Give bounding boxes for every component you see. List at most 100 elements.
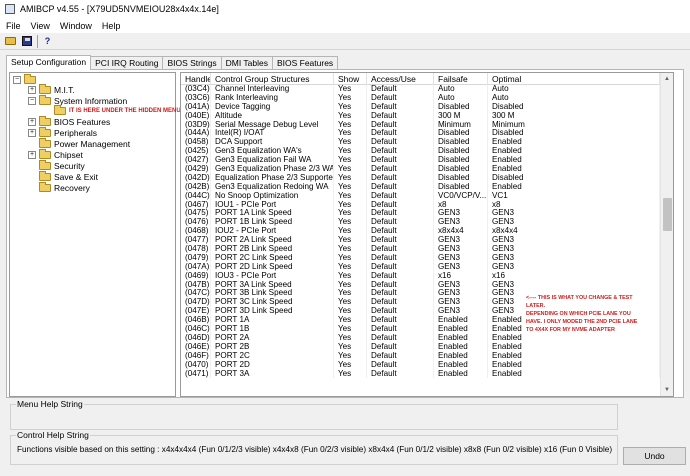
table-row[interactable]: (040E) Altitude Yes Default 300 M 300 M [181,111,673,121]
tree-item-bios-features[interactable]: + BIOS Features [28,116,110,127]
table-row[interactable]: (03C4) Channel Interleaving Yes Default Auto… [181,85,673,94]
cell-control-name: No Snoop Optimization [211,191,334,201]
column-header-show[interactable]: Show [334,73,367,85]
table-row[interactable]: (044C) No Snoop Optimization Yes Default VC0… [181,191,673,201]
table-row[interactable]: (03D9) Serial Message Debug Level Yes Defau… [181,120,673,130]
cell-handle: (047D) [181,298,211,308]
table-row[interactable]: (0476) PORT 1B Link Speed Yes Default GEN3 GE… [181,218,673,228]
undo-button[interactable]: Undo [623,447,686,465]
tree-item-chipset[interactable]: + Chipset [28,149,83,160]
cell-control-name: PORT 3C Link Speed [211,298,334,308]
table-row[interactable]: (0427) Gen3 Equalization Fail WA Yes Defaul… [181,156,673,166]
menu-view[interactable]: View [31,21,50,31]
column-header-access[interactable]: Access/Use [367,73,434,85]
tree-item-label: Peripherals [54,128,97,138]
tab-bios-features[interactable]: BIOS Features [271,56,339,70]
cell-handle: (0429) [181,165,211,174]
tree-root[interactable]: − [13,74,39,85]
tree-item-recovery[interactable]: Recovery [39,182,90,193]
table-row[interactable]: (03C6) Rank Interleaving Yes Default Auto Aut… [181,93,673,103]
table-row[interactable]: (0471) PORT 3A Yes Default Enabled Enabled [181,369,673,379]
table-row[interactable]: (0467) IOU1 - PCIe Port Yes Default x8 x8 [181,200,673,210]
table-row[interactable]: (046F) PORT 2C Yes Default Enabled Enabled [181,351,673,361]
table-row[interactable]: (047B) PORT 3A Link Speed Yes Default GEN3 GE… [181,280,673,290]
tab-dmi-tables[interactable]: DMI Tables [220,56,273,70]
table-row[interactable]: (042D) Equalization Phase 2/3 Supported Ye… [181,173,673,183]
cell-show: Yes [334,102,367,112]
collapse-icon[interactable]: − [28,97,36,105]
table-row[interactable]: (0470) PORT 2D Yes Default Enabled Enabled [181,360,673,370]
scroll-down-icon[interactable]: ▼ [661,384,673,396]
tree-item-peripherals[interactable]: + Peripherals [28,127,97,138]
table-row[interactable]: (044A) Intel(R) I/OAT Yes Default Disabled Di… [181,129,673,139]
tree-item-hidden[interactable]: IT IS HERE UNDER THE HIDDEN MENU [54,105,181,116]
table-row[interactable]: (046D) PORT 2A Yes Default Enabled Enabled [181,333,673,343]
cell-optimal: x16 [488,271,660,281]
help-button[interactable]: ? [41,35,54,48]
column-header-handle[interactable]: Handle [181,73,211,85]
annotation-line: <---- THIS IS WHAT YOU CHANGE & TEST [526,295,633,301]
cell-handle: (0476) [181,218,211,228]
table-row[interactable]: (0458) DCA Support Yes Default Disabled Enabl… [181,138,673,148]
tree-item-system-information[interactable]: − System Information [28,95,128,106]
menu-file[interactable]: File [6,21,21,31]
expand-icon[interactable]: + [28,118,36,126]
column-header-control-group[interactable]: Control Group Structures [211,73,334,85]
expand-icon[interactable]: + [28,86,36,94]
window-title: AMIBCP v4.55 - [X79UD5NVMEIOU28x4x4x.14e… [20,4,219,14]
table-row[interactable]: (0477) PORT 2A Link Speed Yes Default GEN3 GE… [181,236,673,246]
menu-help[interactable]: Help [102,21,121,31]
tree-item-power-management[interactable]: Power Management [39,138,130,149]
cell-handle: (046E) [181,342,211,352]
menu-window[interactable]: Window [60,21,92,31]
column-header-failsafe[interactable]: Failsafe [434,73,488,85]
grid-header: Handle Control Group Structures Show Acc… [181,73,673,85]
cell-failsafe: Enabled [434,325,488,334]
collapse-icon[interactable]: − [13,76,21,84]
scroll-up-icon[interactable]: ▲ [661,73,673,85]
cell-failsafe: GEN3 [434,262,488,272]
table-row[interactable]: (041A) Device Tagging Yes Default Disabled Di… [181,102,673,112]
table-row[interactable]: (0469) IOU3 - PCIe Port Yes Default x16 x16 [181,271,673,281]
cell-show: Yes [334,209,367,219]
cell-control-name: Altitude [211,111,334,121]
grid-scrollbar[interactable]: ▲ ▼ [660,73,673,396]
cell-show: Yes [334,227,367,237]
table-row[interactable]: (0478) PORT 2B Link Speed Yes Default GEN3 GE… [181,245,673,254]
cell-optimal: Disabled [488,129,660,139]
cell-failsafe: GEN3 [434,236,488,246]
table-row[interactable]: (042B) Gen3 Equalization Redoing WA Yes Def… [181,182,673,192]
cell-show: Yes [334,236,367,246]
cell-failsafe: Disabled [434,147,488,157]
save-button[interactable] [20,35,33,48]
tree-item-label: System Information [54,96,128,106]
tab-pci-irq-routing[interactable]: PCI IRQ Routing [90,56,164,70]
scroll-thumb[interactable] [663,198,672,231]
cell-show: Yes [334,262,367,272]
expand-icon[interactable]: + [28,129,36,137]
tab-bios-strings[interactable]: BIOS Strings [162,56,222,70]
cell-control-name: PORT 2A [211,333,334,343]
cell-access: Default [367,165,434,174]
table-row[interactable]: (0468) IOU2 - PCIe Port Yes Default x8x4x4 x8… [181,227,673,237]
cell-optimal: 300 M [488,111,660,121]
expand-icon[interactable]: + [28,151,36,159]
folder-icon [39,171,51,181]
cell-show: Yes [334,369,367,379]
folder-icon [39,182,51,192]
tab-setup-configuration[interactable]: Setup Configuration [6,55,92,70]
table-row[interactable]: (046E) PORT 2B Yes Default Enabled Enabled [181,342,673,352]
cell-failsafe: x8 [434,200,488,210]
column-header-optimal[interactable]: Optimal [488,73,660,85]
table-row[interactable]: (0425) Gen3 Equalization WA's Yes Default Di… [181,147,673,157]
setup-tree[interactable]: − + M.I.T. − System Information IT IS HE… [9,72,181,397]
table-row[interactable]: (047A) PORT 2D Link Speed Yes Default GEN3 GE… [181,262,673,272]
tree-item-security[interactable]: Security [39,160,85,171]
tree-item-save-exit[interactable]: Save & Exit [39,171,98,182]
tree-item-mit[interactable]: + M.I.T. [28,84,75,95]
table-row[interactable]: (0429) Gen3 Equalization Phase 2/3 WA Yes D… [181,165,673,174]
table-row[interactable]: (0479) PORT 2C Link Speed Yes Default GEN3 GE… [181,253,673,263]
table-row[interactable]: (0475) PORT 1A Link Speed Yes Default GEN3 GE… [181,209,673,219]
open-button[interactable] [4,35,17,48]
control-grid[interactable]: Handle Control Group Structures Show Acc… [180,72,674,397]
